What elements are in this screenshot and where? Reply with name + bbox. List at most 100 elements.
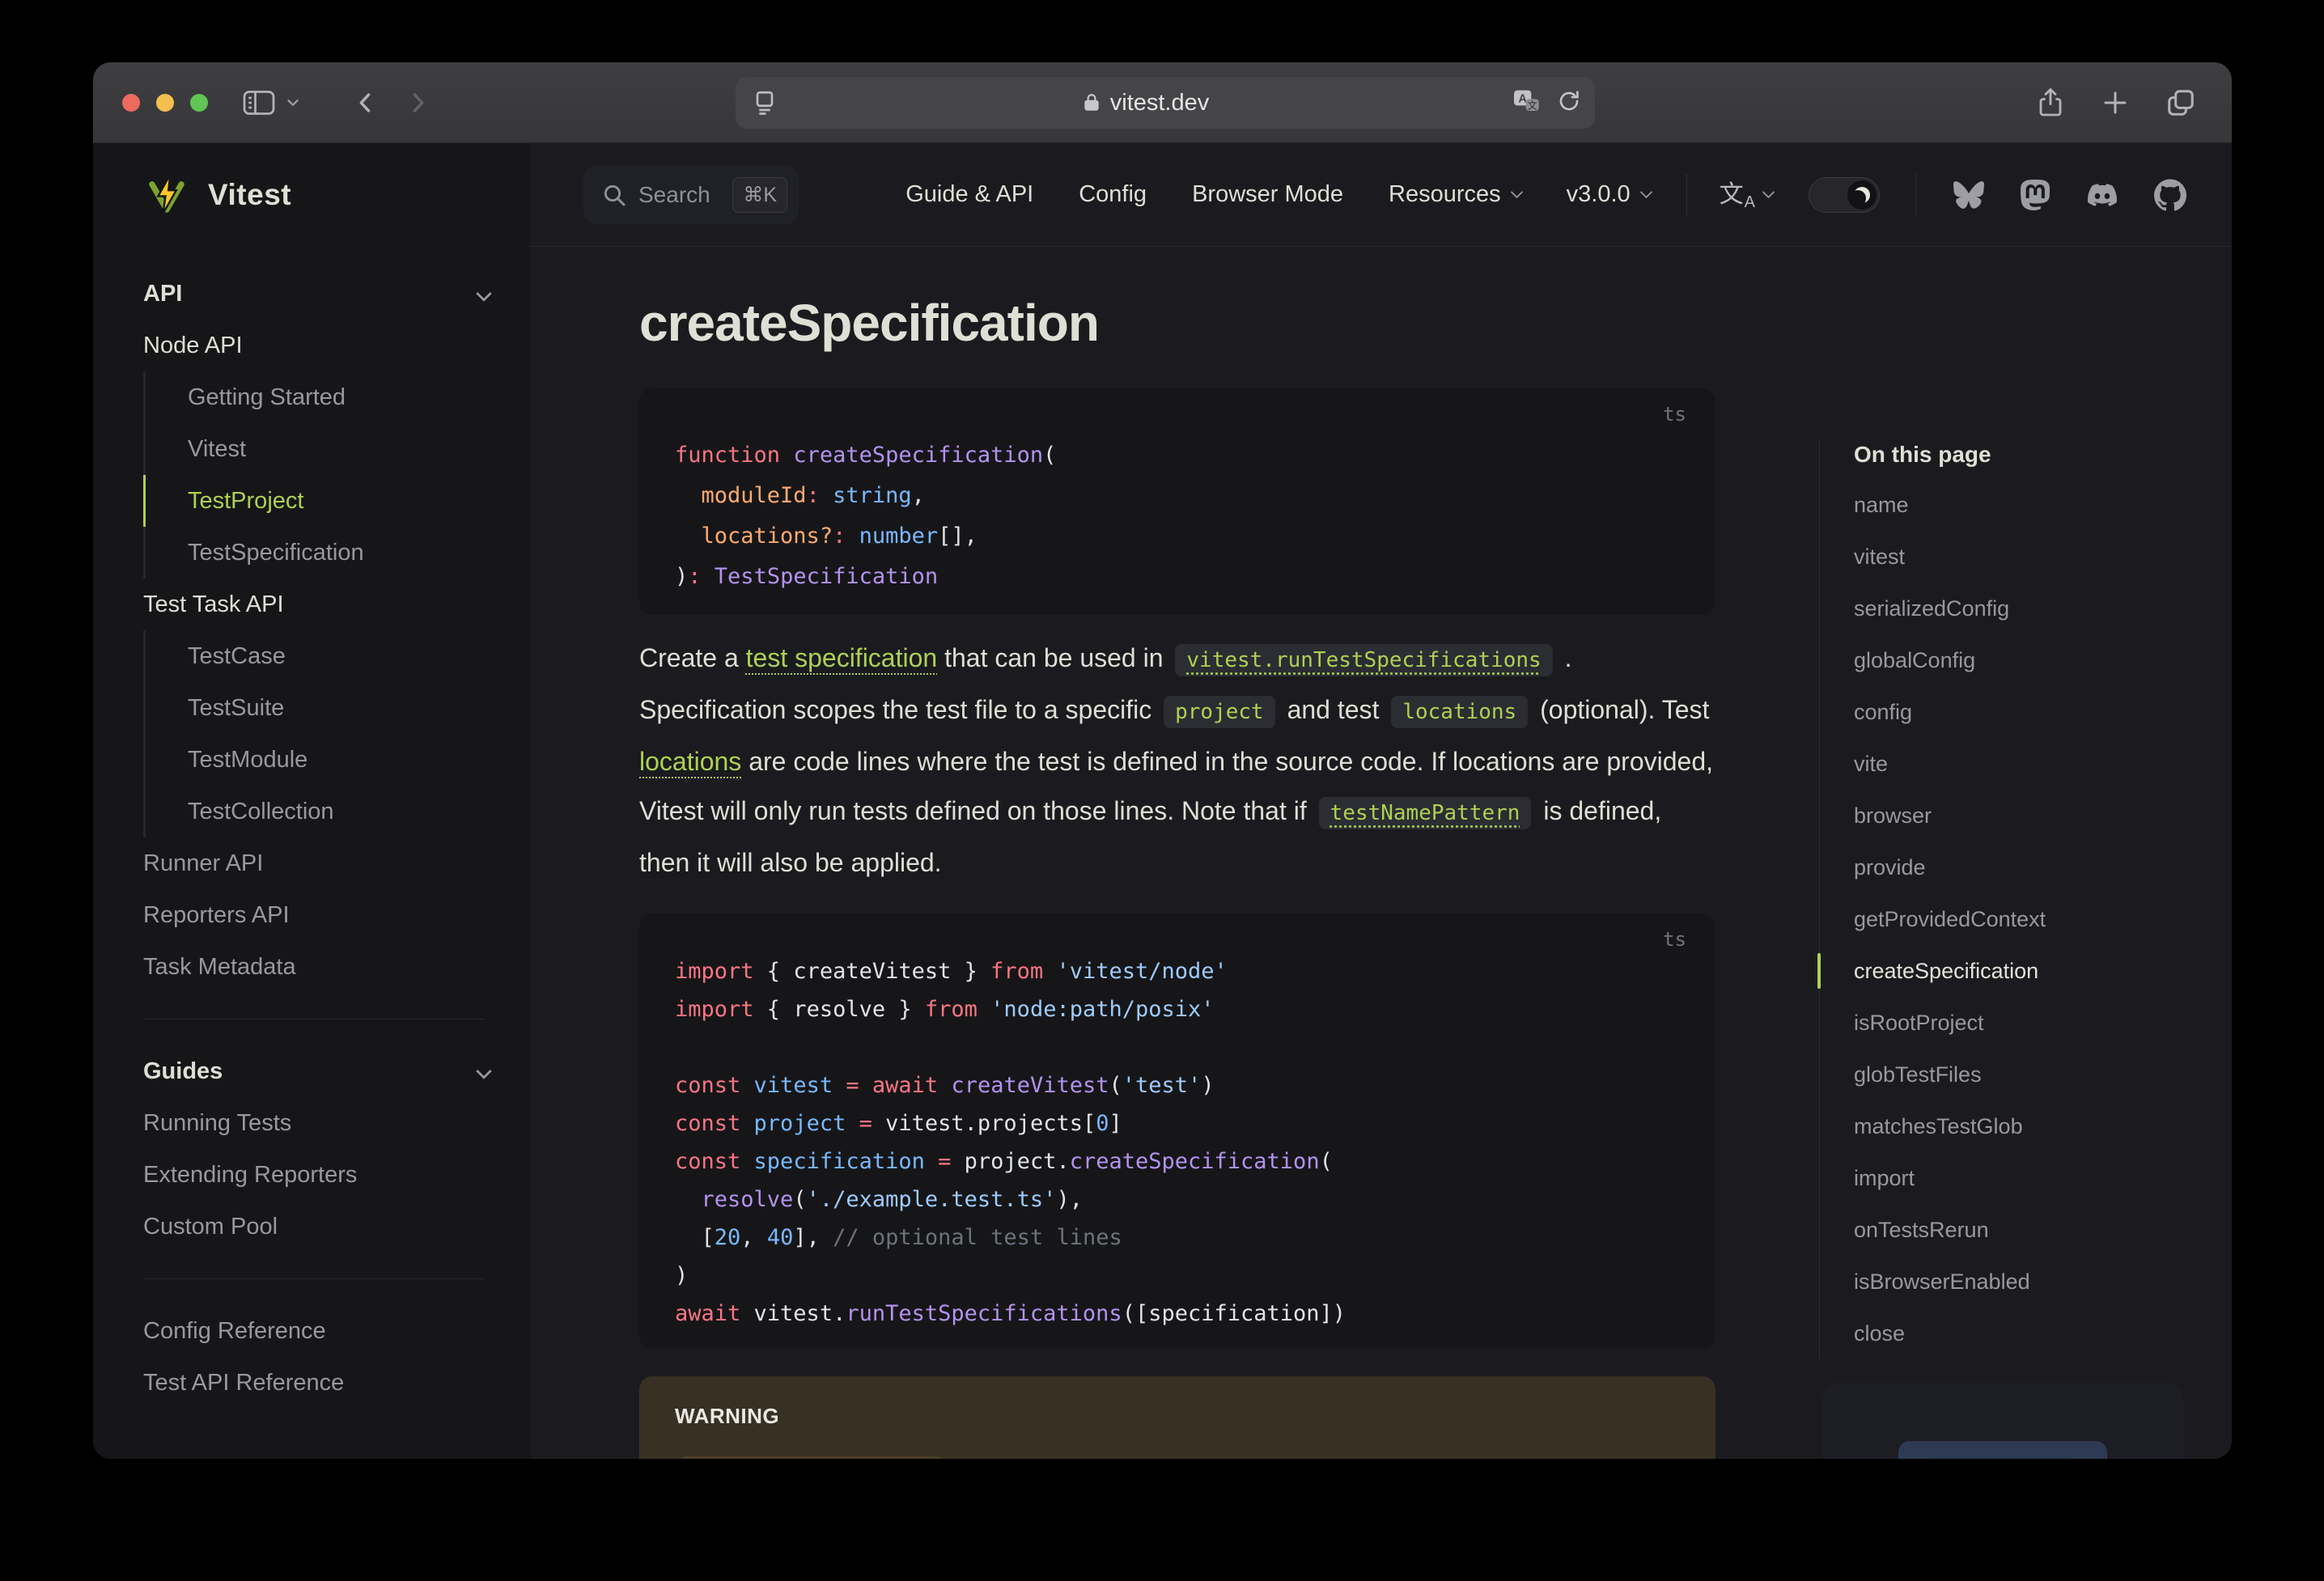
- text-link[interactable]: locations: [639, 747, 741, 776]
- outline-item-close[interactable]: close: [1854, 1308, 2191, 1359]
- outline-item-config[interactable]: config: [1854, 686, 2191, 738]
- sidebar-item-testcase[interactable]: TestCase: [143, 630, 494, 682]
- outline-item-matchestestglob[interactable]: matchesTestGlob: [1854, 1100, 2191, 1152]
- sidebar-item-getting-started[interactable]: Getting Started: [143, 371, 494, 423]
- site-content: Vitest API Node API Getting Started Vitest T…: [93, 143, 2232, 1459]
- traffic-lights: [122, 93, 208, 112]
- reader-view-icon[interactable]: [750, 88, 779, 117]
- outline-item-getprovidedcontext[interactable]: getProvidedContext: [1854, 893, 2191, 945]
- inline-code: project: [1164, 696, 1275, 728]
- sidebar-item-testspecification[interactable]: TestSpecification: [143, 527, 494, 579]
- outline-item-serializedconfig[interactable]: serializedConfig: [1854, 583, 2191, 634]
- sidebar-divider: [143, 1278, 485, 1279]
- outline-item-createspecification[interactable]: createSpecification: [1817, 945, 2191, 997]
- code-token: project: [753, 1111, 846, 1136]
- outline-item-vite[interactable]: vite: [1854, 738, 2191, 790]
- close-window-button[interactable]: [122, 93, 140, 112]
- search-button[interactable]: Search ⌘K: [583, 165, 799, 224]
- bluesky-icon[interactable]: [1952, 180, 1986, 210]
- text-link[interactable]: test specification: [746, 643, 938, 672]
- sidebar-group-guides[interactable]: Guides: [143, 1045, 494, 1097]
- code-token: ),: [1056, 1187, 1083, 1212]
- sponsor-illustration: </>: [1898, 1441, 2107, 1459]
- code-token: await: [675, 1301, 741, 1326]
- code-token: ,: [740, 1225, 767, 1250]
- moon-icon: [1854, 187, 1870, 203]
- code-token: 'node:path/posix': [990, 997, 1215, 1022]
- nav-link-resources[interactable]: Resources: [1389, 181, 1523, 208]
- chevron-down-icon: [1762, 185, 1775, 199]
- mastodon-icon[interactable]: [2020, 179, 2050, 211]
- outline-item-name[interactable]: name: [1854, 479, 2191, 531]
- code-line: ): TestSpecification: [675, 557, 1680, 597]
- outline-item-ontestsrerun[interactable]: onTestsRerun: [1854, 1204, 2191, 1256]
- sponsor-card[interactable]: </>: [1822, 1381, 2183, 1459]
- outline-item-isbrowserenabled[interactable]: isBrowserEnabled: [1854, 1256, 2191, 1308]
- sidebar-item-testcollection[interactable]: TestCollection: [143, 786, 494, 837]
- sidebar-item-extending-reporters[interactable]: Extending Reporters: [143, 1149, 494, 1201]
- nav-link-browser-mode[interactable]: Browser Mode: [1192, 181, 1343, 208]
- sidebar-item-test-task-api[interactable]: Test Task API: [143, 579, 494, 630]
- logo[interactable]: Vitest: [93, 143, 530, 247]
- outline-item-provide[interactable]: provide: [1854, 841, 2191, 893]
- sidebar-chevron-icon[interactable]: [284, 94, 302, 112]
- language-menu[interactable]: 文A: [1720, 182, 1775, 210]
- sidebar-item-running-tests[interactable]: Running Tests: [143, 1097, 494, 1149]
- nav-link-config[interactable]: Config: [1079, 181, 1147, 208]
- theme-toggle[interactable]: [1809, 176, 1880, 213]
- code-token: vitest: [753, 1073, 833, 1098]
- back-button[interactable]: [352, 89, 380, 117]
- outline-item-import[interactable]: import: [1854, 1152, 2191, 1204]
- new-tab-icon[interactable]: [2101, 88, 2130, 117]
- inline-code-link[interactable]: testNamePattern: [1318, 797, 1532, 829]
- zoom-window-button[interactable]: [190, 93, 208, 112]
- sidebar-item-reporters-api[interactable]: Reporters API: [143, 889, 494, 941]
- outline-item-globtestfiles[interactable]: globTestFiles: [1854, 1049, 2191, 1100]
- discord-icon[interactable]: [2084, 180, 2120, 210]
- sidebar-item-testsuite[interactable]: TestSuite: [143, 682, 494, 734]
- forward-button[interactable]: [404, 89, 431, 117]
- code-token: await: [872, 1073, 939, 1098]
- reload-icon[interactable]: [1556, 88, 1582, 118]
- outline-item-vitest[interactable]: vitest: [1854, 531, 2191, 583]
- code-block-signature: ts function createSpecification( moduleI…: [639, 388, 1715, 615]
- code-line: await vitest.runTestSpecifications([spec…: [675, 1295, 1680, 1333]
- sidebar-item-node-api[interactable]: Node API: [143, 320, 494, 371]
- text-link[interactable]: module ID: [1143, 1458, 1254, 1459]
- translate-icon[interactable]: A 文: [1511, 87, 1543, 119]
- browser-sidebar-toggle-icon[interactable]: [242, 88, 276, 117]
- description-paragraph: Create a test specification that can be …: [639, 643, 1713, 877]
- sidebar-item-testproject[interactable]: TestProject: [143, 475, 494, 527]
- vitest-logo-icon: [149, 174, 184, 214]
- nav-link-v3-0-0[interactable]: v3.0.0: [1567, 181, 1652, 208]
- outline-item-isrootproject[interactable]: isRootProject: [1854, 997, 2191, 1049]
- sidebar-item-test-api-reference[interactable]: Test API Reference: [143, 1357, 494, 1409]
- share-icon[interactable]: [2036, 87, 2065, 119]
- lock-icon: [1084, 94, 1099, 111]
- search-shortcut: ⌘K: [732, 176, 787, 213]
- inline-code-link[interactable]: vitest.runTestSpecifications: [1175, 644, 1553, 676]
- outline-item-globalconfig[interactable]: globalConfig: [1854, 634, 2191, 686]
- sidebar-item-config-reference[interactable]: Config Reference: [143, 1305, 494, 1357]
- sidebar-group-api[interactable]: API: [143, 268, 494, 320]
- nav-link-guide-api[interactable]: Guide & API: [905, 181, 1033, 208]
- sidebar-item-custom-pool[interactable]: Custom Pool: [143, 1201, 494, 1253]
- social-links: [1952, 179, 2186, 211]
- outline-item-browser[interactable]: browser: [1854, 790, 2191, 841]
- code-token: (: [1043, 443, 1057, 468]
- warning-title: WARNING: [675, 1404, 780, 1428]
- logo-text: Vitest: [208, 178, 292, 211]
- address-bar[interactable]: vitest.dev A 文: [736, 77, 1595, 129]
- github-icon[interactable]: [2154, 179, 2186, 211]
- code-token: ([specification]): [1122, 1301, 1346, 1326]
- sidebar-item-task-metadata[interactable]: Task Metadata: [143, 941, 494, 993]
- sidebar-item-runner-api[interactable]: Runner API: [143, 837, 494, 889]
- code-line: import { resolve } from 'node:path/posix…: [675, 990, 1680, 1028]
- minimize-window-button[interactable]: [156, 93, 174, 112]
- tab-overview-icon[interactable]: [2165, 87, 2196, 118]
- sidebar-item-testmodule[interactable]: TestModule: [143, 734, 494, 786]
- sidebar-item-vitest[interactable]: Vitest: [143, 423, 494, 475]
- code-token: ): [1201, 1073, 1215, 1098]
- chevron-down-icon: [1510, 185, 1523, 199]
